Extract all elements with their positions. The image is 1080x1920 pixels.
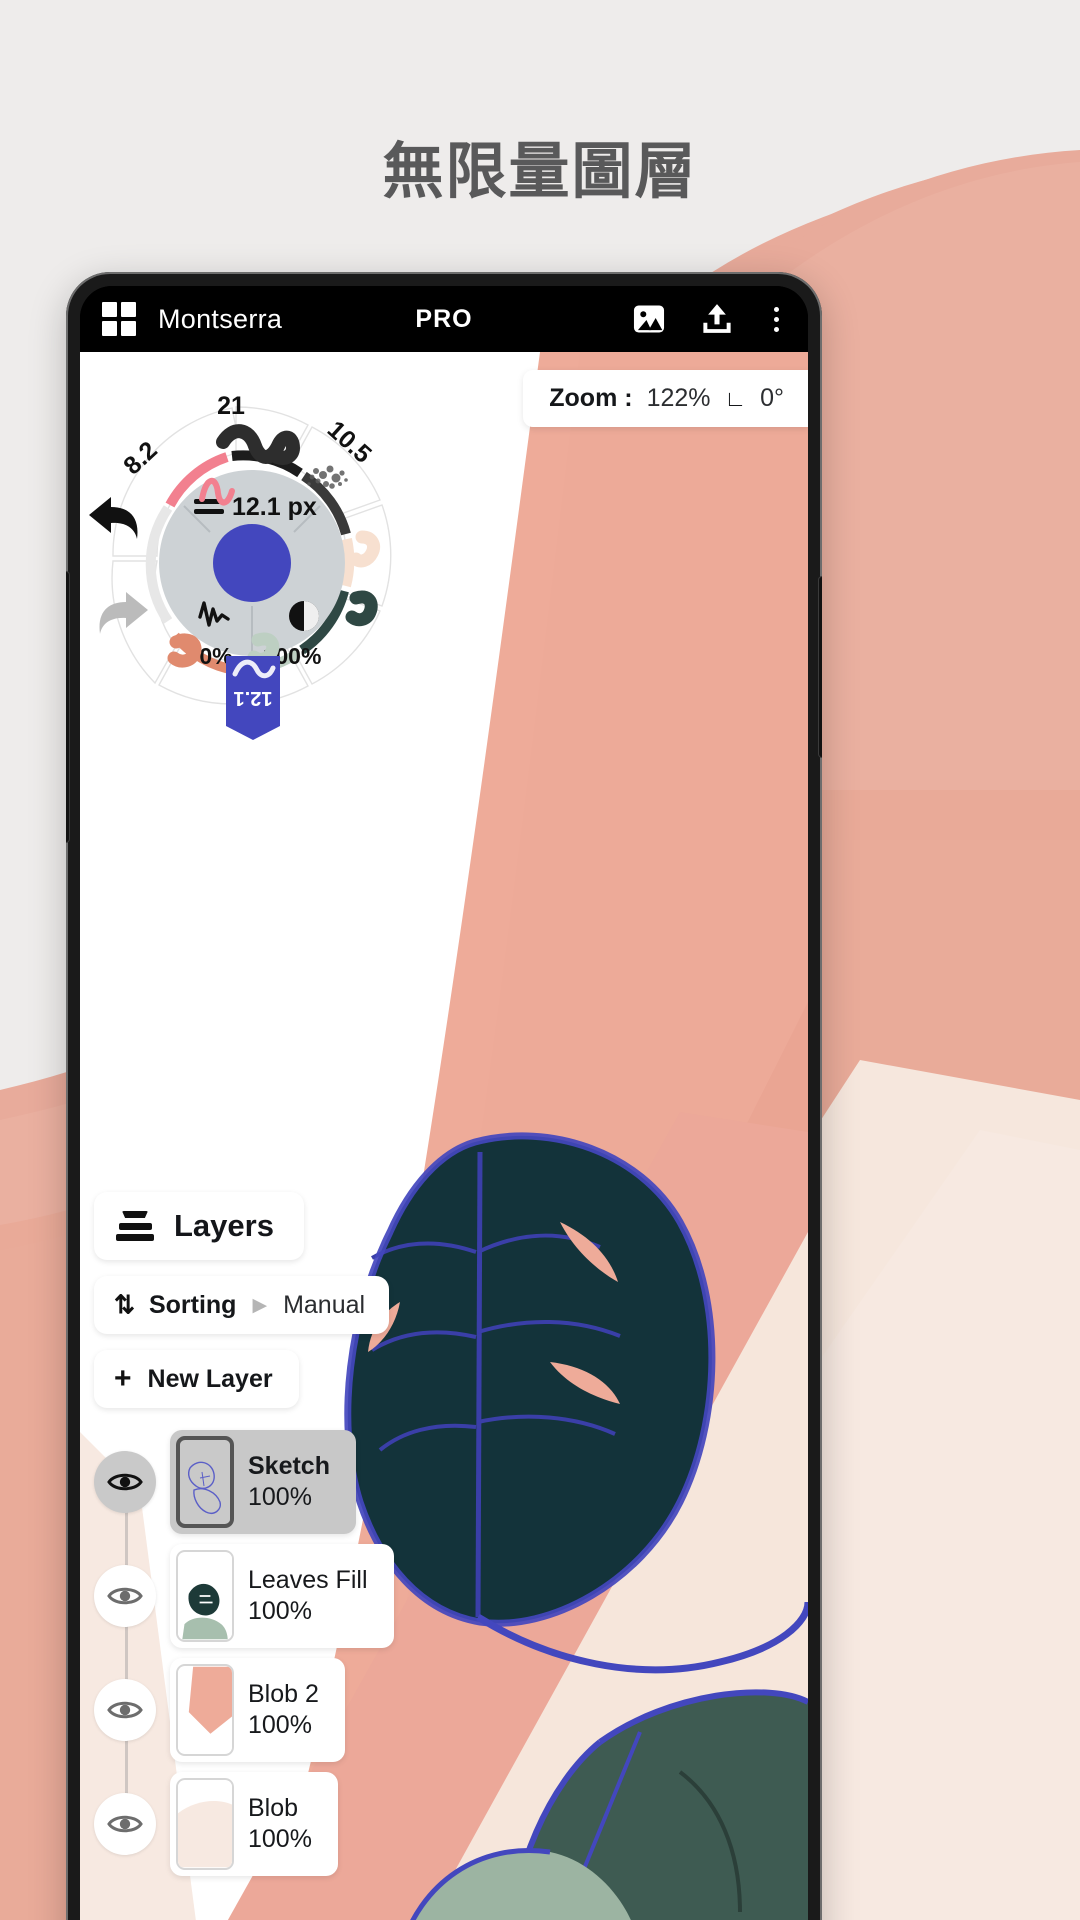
layer-visibility-toggle[interactable] <box>94 1565 156 1627</box>
promo-screenshot: 無限量圖層 Montserra PRO Zoom: 122% ∟ 0° 12.… <box>0 0 1080 1920</box>
app-title: Montserra <box>158 303 283 334</box>
page-title: 無限量圖層 <box>382 137 698 205</box>
layer-thumbnail <box>176 1664 234 1756</box>
layer-card[interactable]: Blob 2 100% <box>170 1658 345 1762</box>
layer-opacity: 100% <box>248 1825 312 1853</box>
layer-stack-icon <box>116 1211 154 1241</box>
list-item[interactable]: Sketch 100% <box>94 1430 434 1534</box>
layer-card[interactable]: Blob 100% <box>170 1772 338 1876</box>
image-icon[interactable] <box>630 300 668 338</box>
layers-header[interactable]: Layers <box>94 1192 304 1260</box>
upload-icon[interactable] <box>698 300 736 338</box>
layer-thumbnail <box>176 1436 234 1528</box>
layer-name: Blob 2 <box>248 1680 319 1708</box>
layer-name: Sketch <box>248 1452 330 1480</box>
sorting-label: Sorting <box>148 1290 237 1319</box>
layer-list: Sketch 100% Leaves Fill 100% Blob 2 100%… <box>94 1430 434 1876</box>
layer-thumbnail <box>176 1550 234 1642</box>
rotation-value: 0° <box>760 384 784 412</box>
sorting-row[interactable]: ⇅ Sorting ▶ Manual <box>94 1276 390 1334</box>
sort-arrows-icon: ⇅ <box>114 1291 135 1319</box>
grid-icon[interactable] <box>102 302 136 336</box>
new-layer-button[interactable]: + New Layer <box>94 1350 299 1408</box>
layers-panel: Layers ⇅ Sorting ▶ Manual + New Layer Sk… <box>94 1192 434 1886</box>
layer-card[interactable]: Sketch 100% <box>170 1430 356 1534</box>
chevron-right-icon: ▶ <box>252 1294 268 1316</box>
layer-visibility-toggle[interactable] <box>94 1793 156 1855</box>
sorting-value: Manual <box>283 1290 366 1319</box>
list-item[interactable]: Leaves Fill 100% <box>94 1544 434 1648</box>
drawing-canvas[interactable]: Zoom : 122% ∟ 0° 12.1 px 0% 100% 21 8.2 … <box>80 352 808 1920</box>
layer-opacity: 100% <box>248 1483 312 1511</box>
phone-volume-button <box>66 572 69 842</box>
svg-text:12.1 px: 12.1 px <box>232 493 317 521</box>
zoom-indicator[interactable]: Zoom : 122% ∟ 0° <box>523 370 808 427</box>
svg-text:21: 21 <box>217 392 245 420</box>
layer-name: Blob <box>248 1794 299 1822</box>
phone-mockup: Montserra PRO Zoom: 122% ∟ 0° 12.1 px 0… <box>66 272 822 1920</box>
layer-opacity: 100% <box>248 1597 312 1625</box>
layer-card[interactable]: Leaves Fill 100% <box>170 1544 394 1648</box>
layer-visibility-toggle[interactable] <box>94 1451 156 1513</box>
list-item[interactable]: Blob 100% <box>94 1772 434 1876</box>
layer-visibility-toggle[interactable] <box>94 1679 156 1741</box>
eye-icon <box>107 1701 143 1719</box>
zoom-label: Zoom : <box>549 384 633 412</box>
angle-icon: ∟ <box>724 385 747 411</box>
more-vertical-icon[interactable] <box>766 306 786 332</box>
svg-text:12.1: 12.1 <box>234 687 273 709</box>
new-layer-label: New Layer <box>147 1364 273 1393</box>
eye-icon <box>107 1473 143 1491</box>
phone-power-button <box>819 577 822 757</box>
brush-wheel[interactable]: 12.1 px 0% 100% 21 8.2 10.5 12.1 <box>80 374 425 744</box>
eye-icon <box>107 1587 143 1605</box>
app-toolbar: Montserra PRO <box>80 286 808 352</box>
layer-name: Leaves Fill <box>248 1566 368 1594</box>
plus-icon: + <box>114 1362 132 1395</box>
eye-icon <box>107 1815 143 1833</box>
layer-thumbnail <box>176 1778 234 1870</box>
pro-badge: PRO <box>415 304 473 333</box>
phone-screen: Montserra PRO Zoom: 122% ∟ 0° 12.1 px 0… <box>80 286 808 1920</box>
layers-title: Layers <box>174 1208 274 1243</box>
zoom-value: 122% <box>646 384 711 412</box>
layer-opacity: 100% <box>248 1711 312 1739</box>
list-item[interactable]: Blob 2 100% <box>94 1658 434 1762</box>
